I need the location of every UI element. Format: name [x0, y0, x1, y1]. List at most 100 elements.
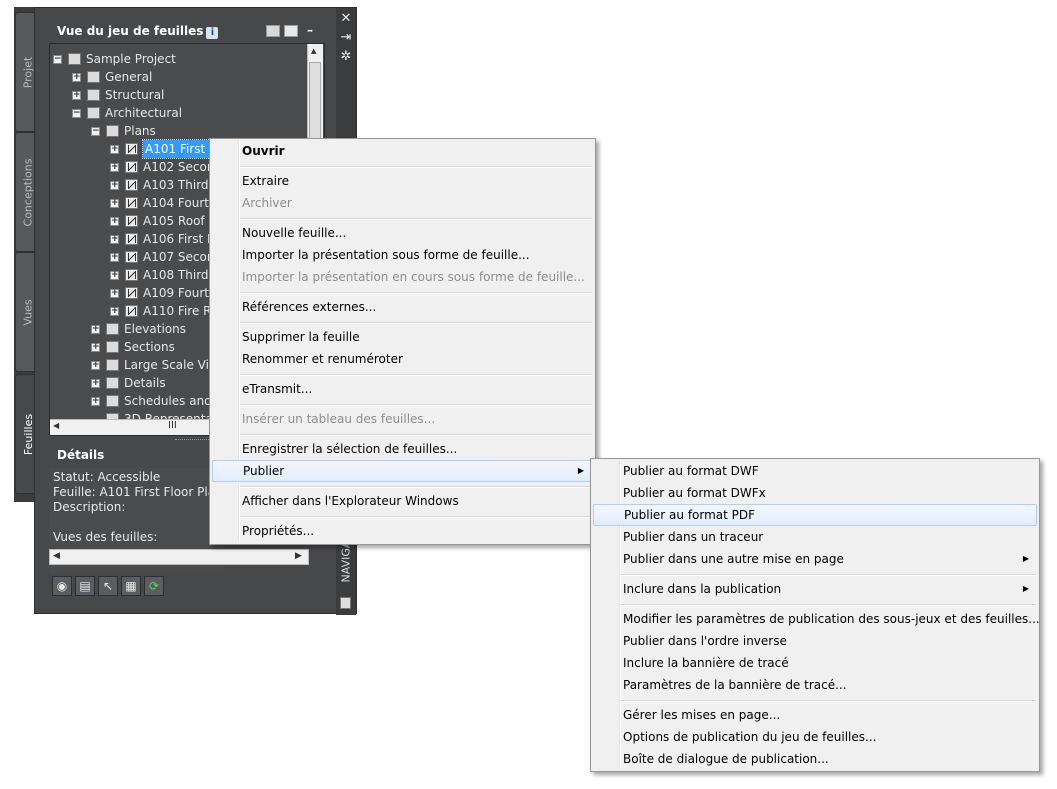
tree-node-label: A110 Fire Ra: [143, 304, 219, 318]
details-description: Description:: [53, 500, 126, 514]
menu-item-ouvrir[interactable]: Ouvrir: [212, 140, 593, 162]
submenu-item-dwfx[interactable]: Publier au format DWFx: [593, 482, 1037, 504]
menu-separator: [240, 166, 592, 168]
submenu-item-ordre-inverse[interactable]: Publier dans l'ordre inverse: [593, 630, 1037, 652]
menu-separator: [621, 700, 1036, 702]
refresh-icon[interactable]: ⟳: [144, 576, 164, 596]
tree-node-label: Architectural: [105, 106, 183, 120]
subset-icon: [106, 125, 119, 137]
menu-item-importer-presentation[interactable]: Importer la présentation sous forme de f…: [212, 244, 593, 266]
sheet-icon: [125, 179, 138, 191]
select-sheet-icon[interactable]: ↖: [98, 576, 118, 596]
submenu-item-inclure-banniere[interactable]: Inclure la bannière de tracé: [593, 652, 1037, 674]
submenu-item-traceur[interactable]: Publier dans un traceur: [593, 526, 1037, 548]
details-vues: Vues des feuilles:: [53, 530, 158, 544]
sheet-layout-icon[interactable]: ▦: [121, 576, 141, 596]
submenu-item-gerer-mises-en-page[interactable]: Gérer les mises en page...: [593, 704, 1037, 726]
close-icon[interactable]: ✕: [338, 11, 354, 26]
submenu-item-autre-mise-en-page[interactable]: Publier dans une autre mise en page ▶: [593, 548, 1037, 570]
tree-subset-row[interactable]: + Structural: [50, 86, 307, 104]
sheet-properties-icon[interactable]: ▤: [75, 576, 95, 596]
scroll-up-icon[interactable]: ▲: [311, 47, 316, 55]
tree-subset-row[interactable]: − Architectural: [50, 104, 307, 122]
expand-node-icon[interactable]: +: [110, 181, 119, 190]
submenu-item-dwf[interactable]: Publier au format DWF: [593, 460, 1037, 482]
expand-node-icon[interactable]: +: [110, 163, 119, 172]
menu-item-etransmit[interactable]: eTransmit...: [212, 378, 593, 400]
palette-settings-icon[interactable]: ✲: [338, 49, 354, 64]
sheet-icon: [125, 305, 138, 317]
submenu-item-inclure-publication-label: Inclure dans la publication: [623, 582, 782, 596]
palette-title: Vue du jeu de feuilles i: [57, 24, 343, 44]
subset-icon: [87, 89, 100, 101]
submenu-item-inclure-publication[interactable]: Inclure dans la publication ▶: [593, 578, 1037, 600]
navigator-icon[interactable]: [340, 597, 351, 609]
expand-node-icon[interactable]: +: [110, 289, 119, 298]
submenu-item-modifier-parametres[interactable]: Modifier les paramètres de publication d…: [593, 608, 1040, 630]
expand-node-icon[interactable]: +: [91, 361, 100, 370]
publish-dwf-icon[interactable]: ◉: [52, 576, 72, 596]
expand-node-icon[interactable]: +: [110, 271, 119, 280]
sheet-icon: [125, 251, 138, 263]
scroll-left-icon[interactable]: ◀: [53, 421, 59, 430]
expand-node-icon[interactable]: +: [72, 91, 81, 100]
menu-item-renommer[interactable]: Renommer et renuméroter: [212, 348, 593, 370]
expand-node-icon[interactable]: +: [110, 199, 119, 208]
sheet-icon: [125, 269, 138, 281]
expand-node-icon[interactable]: +: [110, 217, 119, 226]
submenu-item-options-publication[interactable]: Options de publication du jeu de feuille…: [593, 726, 1037, 748]
expand-node-icon[interactable]: +: [91, 343, 100, 352]
info-icon[interactable]: i: [206, 27, 219, 39]
details-scroll-right-icon[interactable]: ▶: [295, 551, 302, 561]
sheet-view-toggle-icon[interactable]: [284, 25, 298, 37]
expand-node-icon[interactable]: +: [91, 397, 100, 406]
tree-node-label: A105 Roof P: [143, 214, 216, 228]
expand-node-icon[interactable]: +: [72, 73, 81, 82]
menu-separator: [240, 434, 592, 436]
menu-item-references-externes[interactable]: Références externes...: [212, 296, 593, 318]
expand-node-icon[interactable]: +: [110, 235, 119, 244]
menu-item-archiver: Archiver: [242, 196, 292, 210]
expand-node-icon[interactable]: +: [110, 253, 119, 262]
tree-node-label: A106 First F: [143, 232, 214, 246]
sheet-list-view-icon[interactable]: [266, 25, 280, 37]
submenu-item-parametres-banniere[interactable]: Paramètres de la bannière de tracé...: [593, 674, 1037, 696]
auto-hide-icon[interactable]: ⇥: [338, 30, 354, 45]
context-menu: Ouvrir Extraire Archiver Nouvelle feuill…: [209, 138, 596, 545]
collapse-icon[interactable]: –: [307, 23, 313, 37]
tree-node-label: General: [105, 70, 153, 84]
menu-item-extraire[interactable]: Extraire: [212, 170, 593, 192]
details-scroll-left-icon[interactable]: ◀: [53, 551, 60, 561]
hscroll-grip[interactable]: III: [168, 420, 177, 431]
collapse-node-icon[interactable]: −: [72, 109, 81, 118]
expand-node-icon[interactable]: +: [91, 325, 100, 334]
expand-node-icon[interactable]: +: [110, 145, 119, 154]
menu-item-publier[interactable]: Publier ▶: [212, 460, 593, 482]
details-horizontal-scrollbar[interactable]: ◀ ▶: [49, 549, 309, 565]
subset-icon: [106, 323, 119, 335]
submenu-item-pdf[interactable]: Publier au format PDF: [593, 504, 1037, 526]
menu-item-enregistrer-selection[interactable]: Enregistrer la sélection de feuilles...: [212, 438, 593, 460]
tree-node-label: Sample Project: [86, 52, 176, 66]
menu-separator: [240, 218, 592, 220]
menu-item-afficher-explorateur[interactable]: Afficher dans l'Explorateur Windows: [212, 490, 593, 512]
expand-node-icon[interactable]: +: [110, 307, 119, 316]
menu-item-nouvelle-feuille[interactable]: Nouvelle feuille...: [212, 222, 593, 244]
collapse-node-icon[interactable]: −: [91, 127, 100, 136]
sheet-icon: [125, 215, 138, 227]
publish-submenu: Publier au format DWF Publier au format …: [590, 458, 1040, 772]
menu-item-proprietes[interactable]: Propriétés...: [212, 520, 593, 542]
tree-subset-row[interactable]: + General: [50, 68, 307, 86]
expand-node-icon[interactable]: +: [91, 379, 100, 388]
details-statut: Statut: Accessible: [53, 470, 161, 484]
submenu-item-boite-dialogue[interactable]: Boîte de dialogue de publication...: [593, 748, 1037, 770]
tree-root-row[interactable]: − Sample Project: [50, 50, 307, 68]
scroll-thumb[interactable]: [309, 62, 321, 142]
tab-vues-label: Vues: [21, 298, 35, 326]
menu-item-supprimer-feuille[interactable]: Supprimer la feuille: [212, 326, 593, 348]
menu-separator: [240, 486, 592, 488]
subset-icon: [106, 395, 119, 407]
collapse-node-icon[interactable]: −: [53, 55, 62, 64]
menu-item-publier-label: Publier: [243, 464, 285, 478]
sheet-icon: [125, 161, 138, 173]
